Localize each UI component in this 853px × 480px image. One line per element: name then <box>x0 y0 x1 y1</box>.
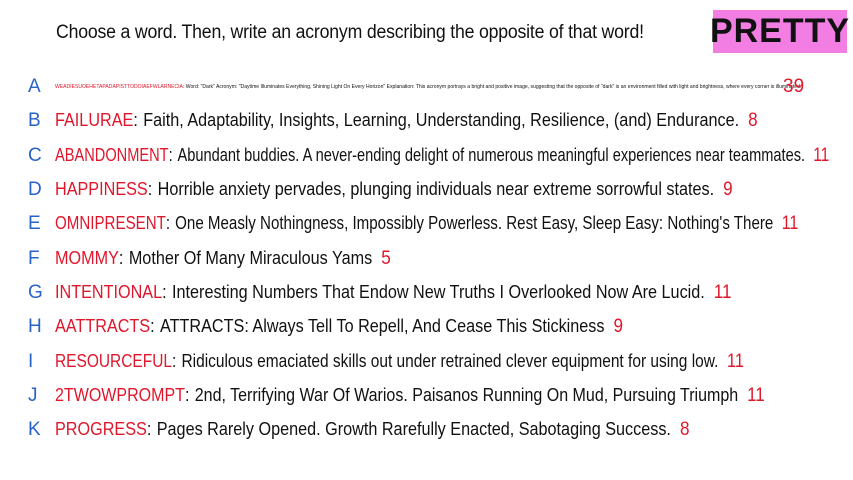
entry-word: AATTRACTS <box>55 316 151 337</box>
entry-content: MOMMY : Mother Of Many Miraculous Yams 5 <box>55 248 391 270</box>
entry-word: RESOURCEFUL <box>55 350 172 371</box>
entry-score: 5 <box>381 247 391 269</box>
entry-letter: C <box>28 144 42 166</box>
entry-acronym: Pages Rarely Opened. Growth Rarefully En… <box>156 419 671 440</box>
entry-row-k: K PROGRESS : Pages Rarely Opened. Growth… <box>0 413 853 447</box>
entry-content: ABANDONMENT : Abundant buddies. A never-… <box>55 145 829 167</box>
entry-score: 39 <box>783 76 805 98</box>
entry-acronym: ATTRACTS: Always Tell To Repell, And Cea… <box>160 316 605 337</box>
entries-list: A WEADIESUOEHETAPADAPISTTODOIAEFWLARNECI… <box>0 70 853 447</box>
entry-row-e: E OMNIPRESENT : One Measly Nothingness, … <box>0 207 853 241</box>
entry-content: PROGRESS : Pages Rarely Opened. Growth R… <box>55 419 689 441</box>
entry-word: FAILURAE <box>55 110 134 131</box>
entry-word: PROGRESS <box>55 419 147 440</box>
entry-score: 11 <box>747 384 765 406</box>
entry-colon: : <box>171 350 177 371</box>
entry-content: AATTRACTS : ATTRACTS: Always Tell To Rep… <box>55 316 623 338</box>
entry-colon: : <box>118 247 124 268</box>
entry-colon: : <box>147 179 153 200</box>
entry-colon: : <box>184 384 190 405</box>
entry-content: WEADIESUOEHETAPADAPISTTODOIAEFWLARNECIA … <box>55 84 801 90</box>
entry-letter: H <box>28 316 42 338</box>
entry-colon: : <box>133 110 138 131</box>
entry-letter: D <box>28 179 42 201</box>
entry-row-d: D HAPPINESS : Horrible anxiety pervades,… <box>0 173 853 207</box>
entry-score: 9 <box>613 316 624 338</box>
entry-letter: E <box>28 213 41 235</box>
entry-letter: K <box>28 419 41 441</box>
entry-row-h: H AATTRACTS : ATTRACTS: Always Tell To R… <box>0 310 853 344</box>
entry-acronym: Interesting Numbers That Endow New Truth… <box>172 281 705 302</box>
entry-row-c: C ABANDONMENT : Abundant buddies. A neve… <box>0 139 853 173</box>
prompt-tag: PRETTY <box>710 10 849 53</box>
entry-word: OMNIPRESENT <box>55 213 166 234</box>
entry-colon: : <box>150 316 155 337</box>
entry-score: 11 <box>781 213 799 235</box>
entry-acronym: Ridiculous emaciated skills out under re… <box>181 350 719 371</box>
entry-content: 2TWOWPROMPT : 2nd, Terrifying War Of War… <box>55 385 765 407</box>
entry-letter: G <box>28 281 43 303</box>
entry-letter: A <box>28 76 41 98</box>
entry-score: 8 <box>748 110 758 132</box>
entry-score: 11 <box>813 144 830 166</box>
entry-word: 2TWOWPROMPT <box>55 384 185 405</box>
entry-row-j: J 2TWOWPROMPT : 2nd, Terrifying War Of W… <box>0 379 853 413</box>
entry-row-b: B FAILURAE : Faith, Adaptability, Insigh… <box>0 104 853 138</box>
entry-score: 11 <box>713 281 732 303</box>
entry-content: RESOURCEFUL : Ridiculous emaciated skill… <box>55 351 744 373</box>
entry-word: ABANDONMENT <box>55 144 169 165</box>
entry-acronym: 2nd, Terrifying War Of Warios. Paisanos … <box>194 384 739 405</box>
entry-colon: : <box>162 281 167 302</box>
entry-score: 8 <box>679 419 690 441</box>
entry-colon: : <box>165 213 171 234</box>
entry-colon: : <box>168 144 173 165</box>
entry-row-i: I RESOURCEFUL : Ridiculous emaciated ski… <box>0 344 853 378</box>
entry-letter: I <box>28 350 34 372</box>
entry-acronym: Horrible anxiety pervades, plunging indi… <box>157 179 715 200</box>
entry-acronym: One Measly Nothingness, Impossibly Power… <box>175 213 774 234</box>
entry-colon: : <box>146 419 152 440</box>
prompt-heading: Choose a word. Then, write an acronym de… <box>56 22 644 43</box>
entry-content: HAPPINESS : Horrible anxiety pervades, p… <box>55 179 733 201</box>
entry-letter: F <box>28 247 40 269</box>
entry-word: MOMMY <box>55 247 119 268</box>
entry-score: 9 <box>723 179 733 201</box>
entry-row-g: G INTENTIONAL : Interesting Numbers That… <box>0 276 853 310</box>
entry-letter: J <box>28 384 38 406</box>
entry-content: FAILURAE : Faith, Adaptability, Insights… <box>55 110 758 132</box>
entry-acronym: Mother Of Many Miraculous Yams <box>128 247 373 268</box>
entry-acronym: Abundant buddies. A never-ending delight… <box>177 144 806 165</box>
entry-row-f: F MOMMY : Mother Of Many Miraculous Yams… <box>0 241 853 275</box>
entry-score: 11 <box>726 350 744 372</box>
entry-letter: B <box>28 110 41 132</box>
entry-word: INTENTIONAL <box>55 281 163 302</box>
entry-content: INTENTIONAL : Interesting Numbers That E… <box>55 282 732 304</box>
entry-content: OMNIPRESENT : One Measly Nothingness, Im… <box>55 213 798 235</box>
entry-acronym: Word: "Dark" Acronym: "Daytime Illuminat… <box>185 84 802 91</box>
entry-word: WEADIESUOEHETAPADAPISTTODOIAEFWLARNECIA <box>55 84 183 91</box>
entry-word: HAPPINESS <box>55 179 148 200</box>
entry-acronym: Faith, Adaptability, Insights, Learning,… <box>143 110 740 131</box>
entry-row-a: A WEADIESUOEHETAPADAPISTTODOIAEFWLARNECI… <box>0 70 853 104</box>
